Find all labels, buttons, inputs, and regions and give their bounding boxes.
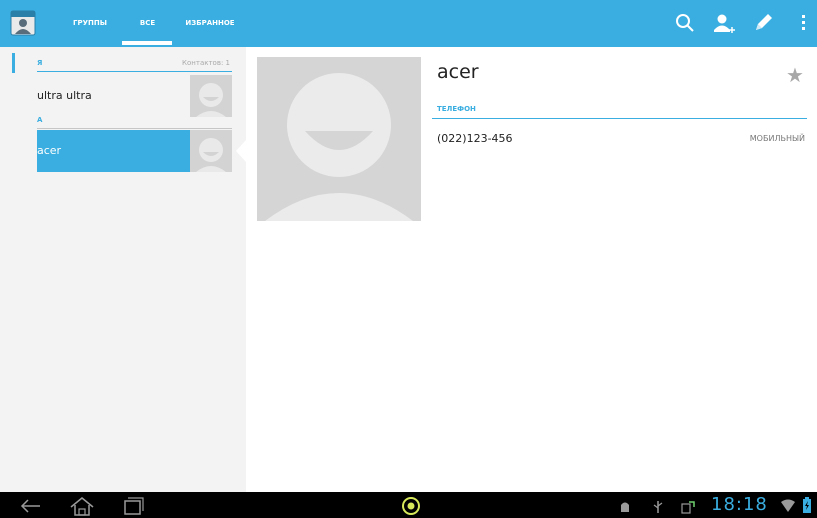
usb-icon — [651, 499, 665, 518]
contact-photo[interactable] — [257, 57, 421, 221]
contact-avatar — [190, 130, 232, 172]
selected-tab-indicator — [122, 41, 172, 45]
contact-name: ultra ultra — [37, 89, 92, 102]
section-header-a: А — [37, 116, 43, 124]
contact-detail-pane: acer ★ ТЕЛЕФОН (022)123-456 МОБИЛЬНЫЙ — [246, 47, 817, 492]
home-icon[interactable] — [68, 496, 96, 518]
action-bar: ГРУППЫ ВСЕ ИЗБРАННОЕ — [0, 0, 817, 47]
search-icon[interactable] — [672, 10, 698, 36]
selection-pointer — [236, 140, 246, 162]
contact-list-item[interactable]: ultra ultra — [37, 75, 232, 117]
phone-type: МОБИЛЬНЫЙ — [749, 134, 805, 143]
contacts-app-icon[interactable] — [10, 10, 36, 36]
ring-icon — [400, 495, 422, 518]
sync-icon — [680, 498, 696, 518]
overflow-menu-icon[interactable] — [795, 10, 813, 36]
tab-groups[interactable]: ГРУППЫ — [60, 0, 120, 47]
tab-all[interactable]: ВСЕ — [120, 0, 175, 47]
system-bar: 18:18 — [0, 492, 817, 518]
android-debug-icon — [618, 499, 632, 518]
phone-number[interactable]: (022)123-456 — [437, 132, 513, 145]
section-divider — [432, 118, 807, 119]
edit-icon[interactable] — [750, 10, 776, 36]
add-contact-icon[interactable] — [711, 10, 737, 36]
contact-list-pane[interactable]: Я Контактов: 1 ultra ultra А acer — [0, 47, 246, 492]
phone-section-label: ТЕЛЕФОН — [437, 105, 476, 113]
tab-favorites[interactable]: ИЗБРАННОЕ — [175, 0, 245, 47]
contacts-count: Контактов: 1 — [182, 59, 230, 67]
contact-avatar — [190, 75, 232, 117]
section-divider — [37, 71, 232, 72]
clock: 18:18 — [711, 494, 768, 515]
battery-icon — [803, 497, 811, 517]
contact-name: acer — [37, 144, 62, 157]
back-icon[interactable] — [18, 496, 44, 518]
star-icon[interactable]: ★ — [786, 63, 804, 87]
fast-scroll-indicator[interactable] — [12, 53, 15, 73]
wifi-icon — [780, 498, 796, 517]
contact-list-item-selected[interactable]: acer — [37, 130, 232, 172]
recent-apps-icon[interactable] — [122, 496, 146, 518]
contact-display-name: acer — [437, 61, 479, 83]
section-divider — [37, 128, 232, 129]
